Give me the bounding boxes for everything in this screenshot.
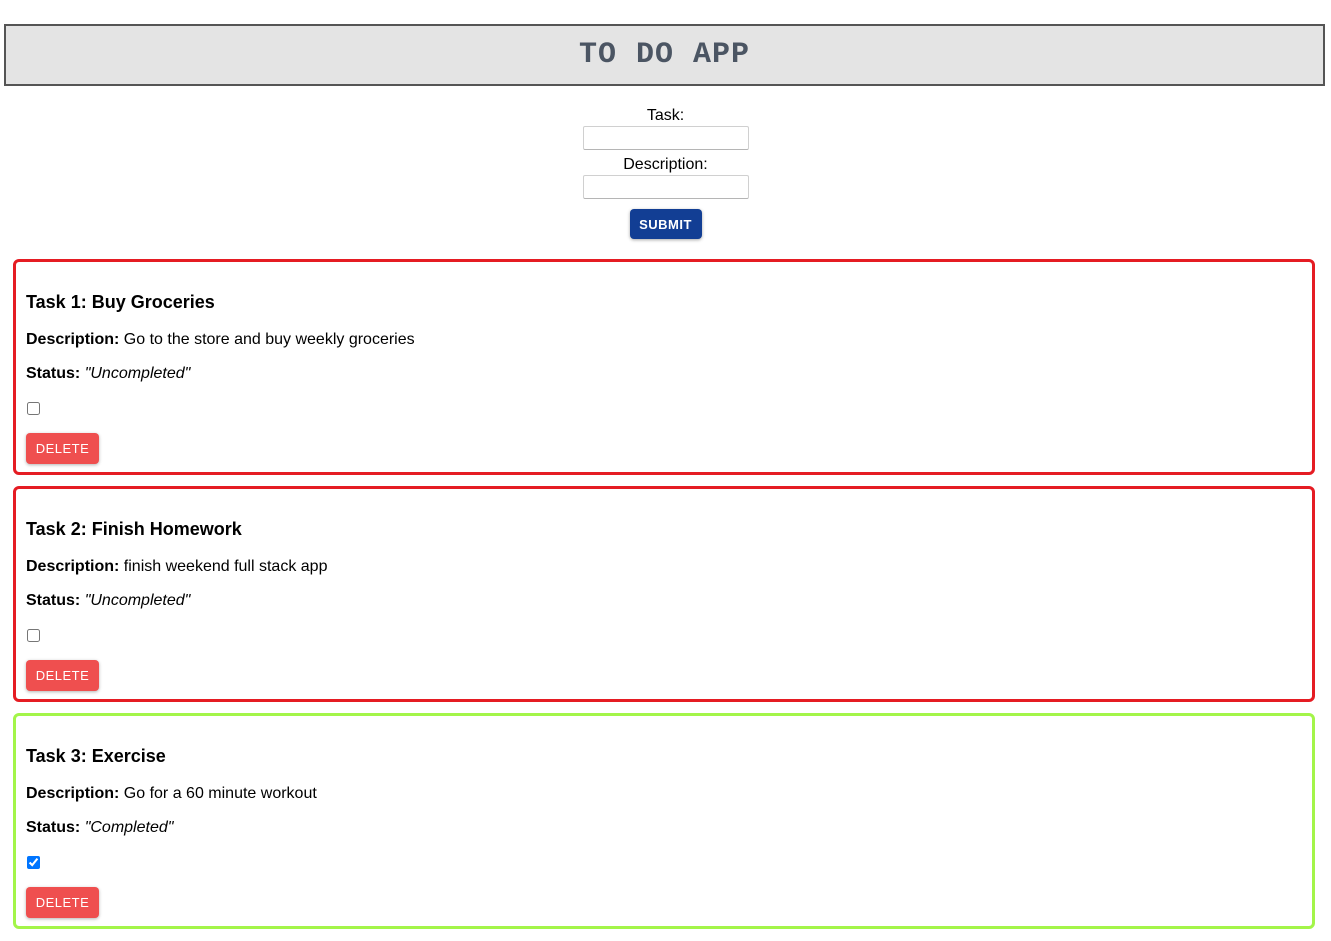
task-complete-checkbox[interactable] bbox=[27, 629, 40, 642]
task-description: Description: Go to the store and buy wee… bbox=[26, 331, 415, 349]
description-input[interactable] bbox=[582, 175, 749, 199]
delete-button[interactable]: DELETE bbox=[26, 660, 99, 691]
status-key: Status: bbox=[26, 365, 81, 382]
task-status: Status: "Uncompleted" bbox=[26, 592, 190, 610]
status-key: Status: bbox=[26, 592, 81, 609]
task-label: Task: bbox=[646, 107, 685, 124]
task-title: Task 3: Exercise bbox=[26, 746, 166, 766]
status-value: "Uncompleted" bbox=[84, 365, 191, 382]
task-title: Task 1: Buy Groceries bbox=[26, 292, 215, 312]
status-value: "Completed" bbox=[84, 819, 174, 836]
description-label: Description: bbox=[623, 156, 708, 173]
delete-button[interactable]: DELETE bbox=[26, 887, 99, 918]
status-value: "Uncompleted" bbox=[84, 592, 191, 609]
submit-button[interactable]: SUBMIT bbox=[629, 209, 702, 239]
task-card: Task 2: Finish Homework Description: fin… bbox=[13, 486, 1315, 702]
task-complete-checkbox[interactable] bbox=[27, 856, 40, 869]
task-description: Description: finish weekend full stack a… bbox=[26, 558, 327, 576]
app-title: TO DO APP bbox=[578, 38, 751, 72]
new-task-form: Task: Description: SUBMIT bbox=[0, 106, 1331, 239]
task-card: Task 3: Exercise Description: Go for a 6… bbox=[13, 713, 1315, 929]
delete-button[interactable]: DELETE bbox=[26, 433, 99, 464]
task-list: Task 1: Buy Groceries Description: Go to… bbox=[13, 259, 1315, 940]
task-status: Status: "Completed" bbox=[26, 819, 173, 837]
task-input[interactable] bbox=[582, 126, 749, 150]
app-header: TO DO APP bbox=[4, 24, 1325, 86]
description-key: Description: bbox=[26, 331, 120, 348]
description-key: Description: bbox=[26, 558, 120, 575]
task-description: Description: Go for a 60 minute workout bbox=[26, 785, 317, 803]
task-card: Task 1: Buy Groceries Description: Go to… bbox=[13, 259, 1315, 475]
description-value: Go for a 60 minute workout bbox=[123, 785, 317, 802]
task-title: Task 2: Finish Homework bbox=[26, 519, 242, 539]
task-complete-checkbox[interactable] bbox=[27, 402, 40, 415]
description-value: finish weekend full stack app bbox=[123, 558, 328, 575]
description-key: Description: bbox=[26, 785, 120, 802]
status-key: Status: bbox=[26, 819, 81, 836]
task-status: Status: "Uncompleted" bbox=[26, 365, 190, 383]
description-value: Go to the store and buy weekly groceries bbox=[123, 331, 415, 348]
